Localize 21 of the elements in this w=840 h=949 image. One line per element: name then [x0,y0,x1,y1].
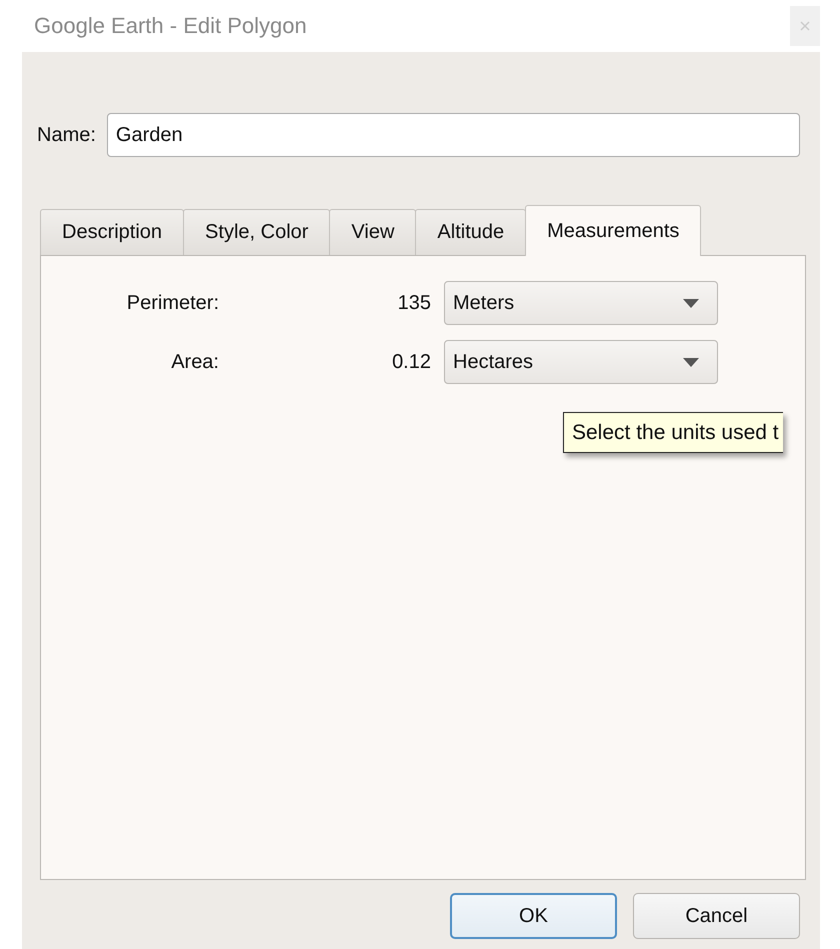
name-input-field[interactable]: Garden [106,113,800,157]
tab[interactable]: Description [40,209,184,255]
measurement-label: Perimeter: [126,292,219,314]
tab[interactable]: Measurements [525,205,702,256]
dialog-button[interactable]: OK [450,893,617,939]
tooltip: Select the units used t [563,412,783,453]
unit-dropdown[interactable]: Hectares [444,340,718,384]
window-title: Google Earth - Edit Polygon [34,13,307,39]
tab[interactable]: View [329,209,416,255]
close-icon [800,21,810,31]
measurement-value: 135 [396,292,432,314]
measurement-label: Area: [170,350,219,374]
dropdown-arrow-icon [683,358,699,366]
dropdown-arrow-icon [683,298,699,308]
measurement-value: 0.12 [391,350,432,374]
close-button[interactable] [790,6,820,46]
dialog-button[interactable]: Cancel [633,893,800,939]
name-label: Name: [37,124,96,146]
tab[interactable]: Style, Color [183,209,330,255]
unit-dropdown[interactable]: Meters [444,281,718,325]
tab[interactable]: Altitude [415,209,526,255]
